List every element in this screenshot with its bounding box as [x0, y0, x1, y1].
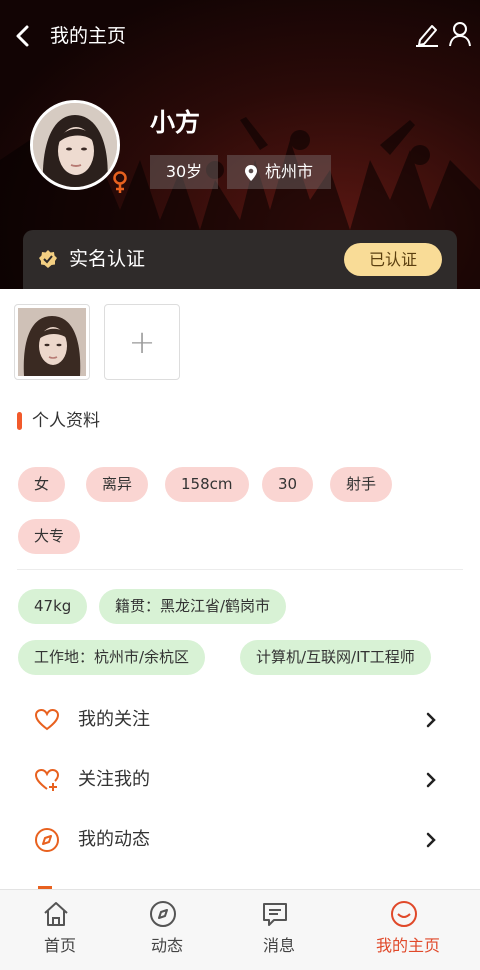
photo-image [18, 308, 86, 376]
compass-icon [35, 828, 59, 852]
menu-label: 关注我的 [78, 769, 150, 790]
chevron-right-icon [426, 772, 436, 788]
verified-badge: 已认证 [344, 243, 442, 276]
nav-label: 消息 [262, 936, 295, 955]
smile-icon [391, 901, 417, 927]
section-accent-bar [17, 412, 22, 430]
back-icon[interactable] [10, 22, 36, 50]
heart-icon [34, 708, 60, 731]
photo-thumbnail[interactable] [14, 304, 90, 380]
tag-weight: 47kg [18, 589, 88, 624]
menu-label: 我的关注 [78, 709, 150, 730]
tag-education: 大专 [18, 519, 81, 554]
tag-marital-status: 离异 [86, 467, 149, 502]
top-bar: 我的主页 [0, 0, 480, 72]
page-title: 我的主页 [50, 25, 127, 47]
message-icon [263, 903, 287, 926]
user-name: 小方 [150, 108, 201, 137]
nav-label: 动态 [150, 936, 183, 955]
menu-label: 我的动态 [78, 829, 150, 850]
chevron-right-icon [426, 832, 436, 848]
tag-age: 30 [262, 467, 314, 502]
nav-messages[interactable]: 消息 [219, 890, 339, 970]
edit-icon[interactable] [414, 20, 440, 48]
heart-plus-icon [34, 768, 60, 791]
location-icon [245, 165, 257, 181]
tag-hometown: 籍贯：黑龙江省/鹤岗市 [99, 589, 287, 624]
add-photo-button[interactable]: + [104, 304, 180, 380]
verification-card: 实名认证 已认证 [23, 230, 457, 289]
home-icon [44, 902, 68, 926]
female-icon [113, 171, 127, 193]
avatar-photo [33, 103, 117, 187]
nav-moments[interactable]: 动态 [107, 890, 227, 970]
city-label: 杭州市 [264, 162, 313, 181]
verified-shield-icon [39, 250, 57, 268]
divider [17, 569, 463, 570]
menu-item-my-follows[interactable]: 我的关注 [0, 690, 480, 750]
tag-occupation: 计算机/互联网/IT工程师 [240, 640, 431, 675]
chevron-right-icon [426, 712, 436, 728]
section-title: 个人资料 [32, 411, 100, 431]
nav-label: 首页 [43, 936, 76, 955]
profile-header: 我的主页 小方 30岁 杭州市 实名认证 已认证 [0, 0, 480, 289]
avatar[interactable] [30, 100, 120, 190]
tag-gender: 女 [18, 467, 66, 502]
nav-my-page[interactable]: 我的主页 [348, 890, 468, 970]
compass-icon [150, 901, 176, 927]
tag-workplace: 工作地：杭州市/余杭区 [18, 640, 206, 675]
menu-item-followers[interactable]: 关注我的 [0, 750, 480, 810]
verification-label: 实名认证 [69, 248, 146, 270]
bottom-nav: 首页 动态 消息 我的主页 [0, 889, 480, 970]
city-chip: 杭州市 [227, 155, 331, 189]
tag-zodiac: 射手 [330, 467, 393, 502]
tag-height: 158cm [165, 467, 249, 502]
nav-home[interactable]: 首页 [0, 890, 120, 970]
user-icon[interactable] [447, 20, 473, 48]
menu-item-my-posts[interactable]: 我的动态 [0, 810, 480, 870]
nav-label: 我的主页 [375, 936, 440, 955]
age-chip: 30岁 [150, 155, 218, 189]
